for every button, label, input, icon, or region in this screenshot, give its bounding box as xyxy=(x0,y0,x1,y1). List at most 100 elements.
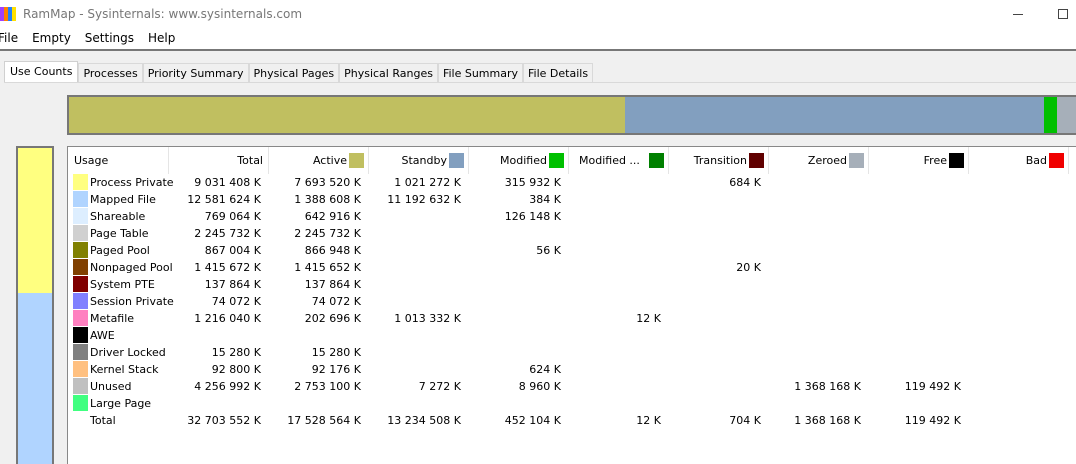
table-cell: 56 K xyxy=(536,244,561,257)
column-header-label: Free xyxy=(923,154,947,167)
color-swatch-icon xyxy=(449,153,464,168)
table-cell: 867 004 K xyxy=(204,244,261,257)
color-swatch-icon xyxy=(549,153,564,168)
column-header-label: Transition xyxy=(693,154,747,167)
usage-bar xyxy=(16,146,54,464)
usage-bar-process-private xyxy=(18,148,52,294)
menu-file[interactable]: File xyxy=(0,30,18,49)
tab-strip: Use Counts Processes Priority Summary Physi… xyxy=(4,61,594,82)
app-icon xyxy=(0,7,16,21)
color-swatch-icon xyxy=(349,153,364,168)
table-cell: 7 693 520 K xyxy=(294,176,361,189)
table-cell: 11 192 632 K xyxy=(387,193,461,206)
usage-color-swatch xyxy=(73,225,88,241)
table-cell: 1 021 272 K xyxy=(394,176,461,189)
title-bar: RamMap - Sysinternals: www.sysinternals.… xyxy=(0,0,1076,30)
usage-label: Driver Locked xyxy=(90,346,166,359)
usage-label: Page Table xyxy=(90,227,149,240)
column-header-label: Standby xyxy=(401,154,447,167)
table-cell: 119 492 K xyxy=(904,380,961,393)
column-header-usage[interactable]: Usage xyxy=(68,147,169,174)
column-header-total[interactable]: Total xyxy=(169,147,269,174)
column-header-modified[interactable]: Modified ... xyxy=(569,147,669,174)
memory-bar-standby xyxy=(624,97,1044,133)
usage-color-swatch xyxy=(73,276,88,292)
table-cell: 684 K xyxy=(729,176,761,189)
table-cell: 1 368 168 K xyxy=(794,414,861,427)
table-cell: 20 K xyxy=(736,261,761,274)
table-cell: 13 234 508 K xyxy=(387,414,461,427)
table-cell: 92 800 K xyxy=(211,363,261,376)
tab-processes[interactable]: Processes xyxy=(78,63,143,82)
column-header-label: Bad xyxy=(1025,154,1047,167)
maximize-button[interactable] xyxy=(1058,9,1068,19)
column-header-label: Modified xyxy=(500,154,547,167)
menu-settings[interactable]: Settings xyxy=(85,30,134,49)
column-header-label: Modified ... xyxy=(579,154,640,167)
color-swatch-icon xyxy=(949,153,964,168)
column-header-label: Zeroed xyxy=(807,154,847,167)
table-cell: 137 864 K xyxy=(204,278,261,291)
color-swatch-icon xyxy=(1049,153,1064,168)
table-cell: 4 256 992 K xyxy=(194,380,261,393)
memory-bar-active xyxy=(69,97,625,133)
table-cell: 32 703 552 K xyxy=(187,414,261,427)
memory-type-bar xyxy=(67,95,1076,135)
usage-label: AWE xyxy=(90,329,115,342)
table-cell: 8 960 K xyxy=(518,380,561,393)
table-cell: 74 072 K xyxy=(211,295,261,308)
usage-label: Paged Pool xyxy=(90,244,150,257)
color-swatch-icon xyxy=(749,153,764,168)
column-header-transition[interactable]: Transition xyxy=(669,147,769,174)
table-cell: 1 388 608 K xyxy=(294,193,361,206)
use-counts-table: Usage Total Active Standby Modified Modified … xyxy=(67,146,1076,464)
tab-physical-ranges[interactable]: Physical Ranges xyxy=(339,63,438,82)
window-title: RamMap - Sysinternals: www.sysinternals.… xyxy=(23,7,303,21)
table-cell: 1 368 168 K xyxy=(794,380,861,393)
usage-color-swatch xyxy=(73,361,88,377)
usage-label: Session Private xyxy=(90,295,174,308)
menu-empty[interactable]: Empty xyxy=(32,30,71,49)
usage-color-swatch xyxy=(73,378,88,394)
column-header-label: Usage xyxy=(74,154,109,167)
usage-label: Shareable xyxy=(90,210,146,223)
usage-color-swatch xyxy=(73,191,88,207)
tab-file-details[interactable]: File Details xyxy=(523,63,594,82)
color-swatch-icon xyxy=(849,153,864,168)
table-cell: 74 072 K xyxy=(311,295,361,308)
usage-label: Metafile xyxy=(90,312,135,325)
usage-label: Kernel Stack xyxy=(90,363,159,376)
table-cell: 2 245 732 K xyxy=(294,227,361,240)
table-cell: 15 280 K xyxy=(211,346,261,359)
table-cell: 126 148 K xyxy=(504,210,561,223)
usage-color-swatch xyxy=(73,208,88,224)
column-header-active[interactable]: Active xyxy=(269,147,369,174)
table-cell: 119 492 K xyxy=(904,414,961,427)
tab-priority-summary[interactable]: Priority Summary xyxy=(142,63,249,82)
tab-physical-pages[interactable]: Physical Pages xyxy=(248,63,340,82)
table-cell: 17 528 564 K xyxy=(287,414,361,427)
column-header-label: Total xyxy=(237,154,263,167)
column-header-label: Active xyxy=(312,154,347,167)
column-header-standby[interactable]: Standby xyxy=(369,147,469,174)
minimize-button[interactable] xyxy=(1013,14,1023,15)
table-cell: 92 176 K xyxy=(311,363,361,376)
usage-label: Unused xyxy=(90,380,132,393)
usage-color-swatch xyxy=(73,259,88,275)
usage-color-swatch xyxy=(73,174,88,190)
table-cell: 704 K xyxy=(729,414,761,427)
tab-use-counts[interactable]: Use Counts xyxy=(4,61,79,82)
table-cell: 624 K xyxy=(529,363,561,376)
column-header-modified[interactable]: Modified xyxy=(469,147,569,174)
column-header-bad[interactable]: Bad xyxy=(969,147,1069,174)
table-cell: 202 696 K xyxy=(304,312,361,325)
usage-color-swatch xyxy=(73,310,88,326)
table-cell: 137 864 K xyxy=(304,278,361,291)
column-header-zeroed[interactable]: Zeroed xyxy=(769,147,869,174)
menu-help[interactable]: Help xyxy=(148,30,175,49)
memory-bar-modified xyxy=(1043,97,1057,133)
column-header-free[interactable]: Free xyxy=(869,147,969,174)
usage-color-swatch xyxy=(73,327,88,343)
table-cell: 384 K xyxy=(529,193,561,206)
tab-file-summary[interactable]: File Summary xyxy=(437,63,524,82)
